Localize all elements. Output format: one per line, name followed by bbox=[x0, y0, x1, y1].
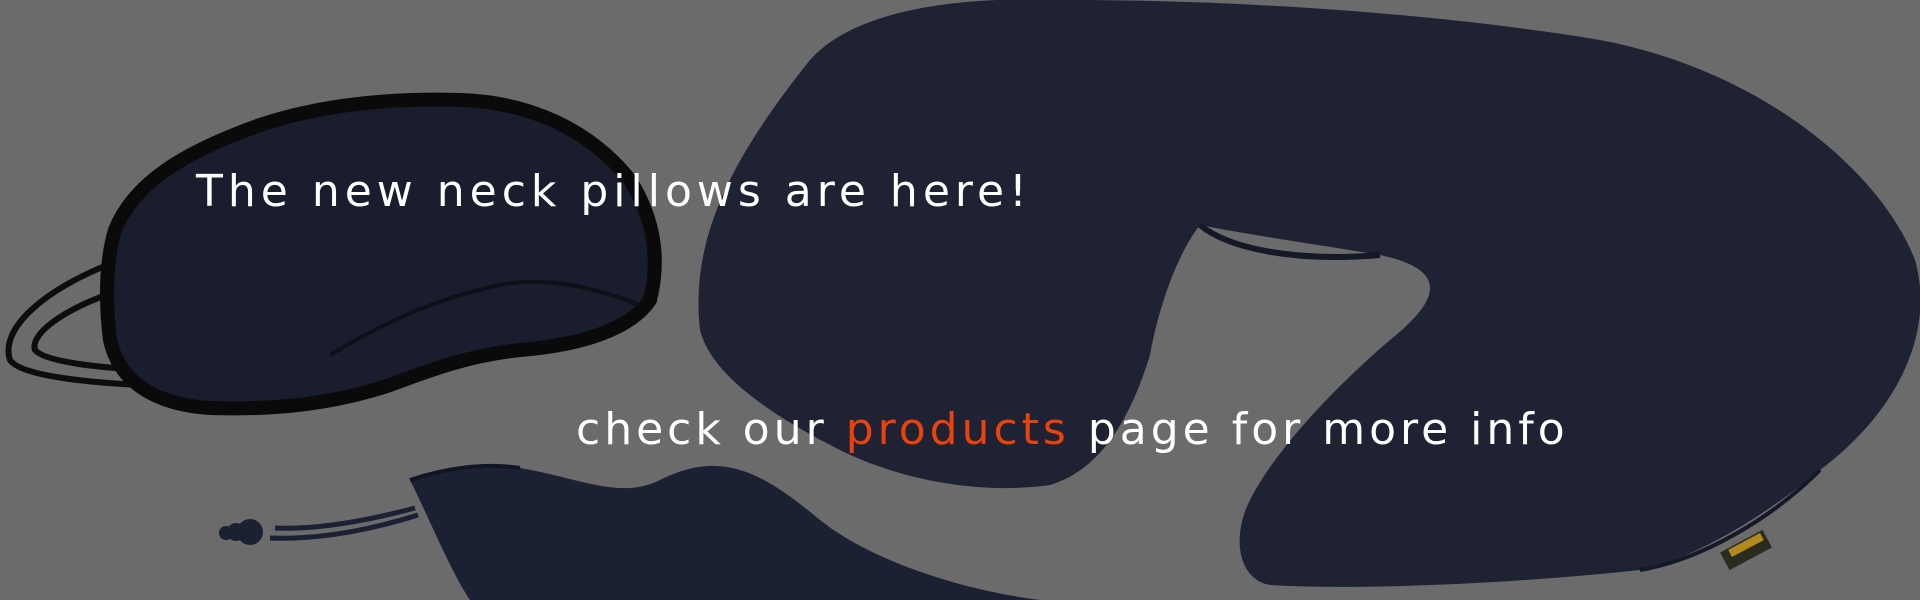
products-link[interactable]: products bbox=[846, 404, 1070, 455]
cta-text: check our products page for more info bbox=[576, 404, 1569, 455]
drawstring-pouch-icon bbox=[219, 463, 1040, 600]
sleep-mask-icon bbox=[5, 92, 662, 416]
cta-text-before: check our bbox=[576, 404, 828, 455]
cta-text-after: page for more info bbox=[1087, 404, 1569, 455]
product-image bbox=[5, 0, 1920, 600]
neck-pillow-icon bbox=[698, 0, 1920, 587]
headline: The new neck pillows are here! bbox=[196, 166, 1032, 217]
hero-banner: The new neck pillows are here! check our… bbox=[0, 0, 1920, 600]
